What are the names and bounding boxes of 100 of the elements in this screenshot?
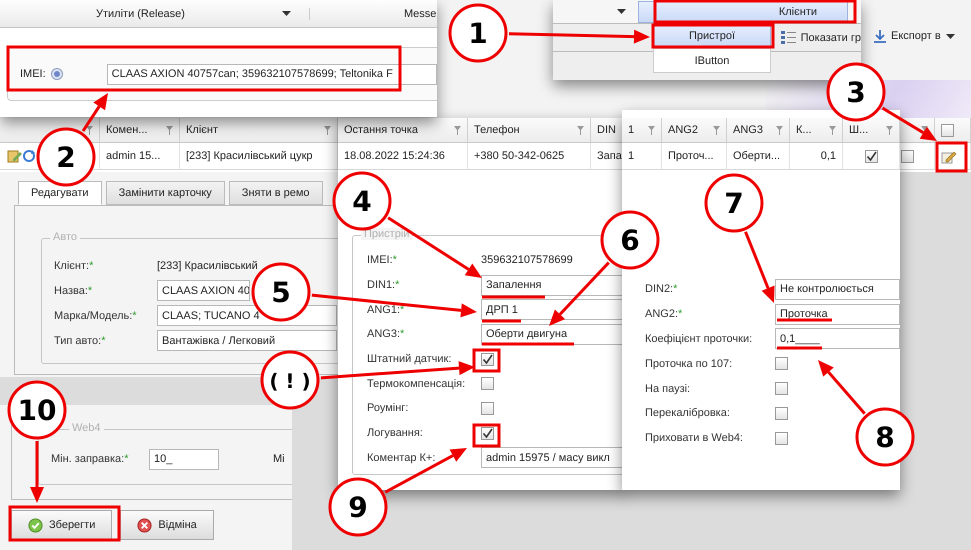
text-field[interactable]: admin 15975 / масу викл <box>481 447 625 468</box>
table-cell: Оберти... <box>727 143 790 170</box>
arrow <box>549 262 610 326</box>
tab[interactable]: Замінити карточку <box>106 181 225 205</box>
checkbox[interactable] <box>775 406 788 420</box>
field-label: Коментар К+: <box>367 452 436 464</box>
checkbox[interactable] <box>481 352 494 366</box>
callout-badge: 2 <box>36 128 96 186</box>
field-label: Марка/Модель:* <box>54 310 137 322</box>
column-header[interactable]: Телефон <box>468 118 591 143</box>
caret-icon[interactable] <box>282 11 291 16</box>
column-header[interactable]: ANG3 <box>727 118 790 143</box>
column-header[interactable]: Комен... <box>100 118 180 143</box>
tab[interactable]: Зняти в ремо <box>228 181 323 205</box>
field-label: Приховати в Web4: <box>645 432 743 444</box>
checkbox[interactable] <box>941 124 954 136</box>
filter-icon[interactable] <box>86 126 93 134</box>
filter-icon[interactable] <box>454 126 461 134</box>
text-field[interactable]: Не контролюється <box>775 278 900 300</box>
underline-mark <box>482 296 545 298</box>
text-field[interactable]: Проточка <box>775 304 900 325</box>
callout-badge: 1 <box>448 4 508 62</box>
text-field[interactable]: Вантажівка / Легковий <box>157 330 337 351</box>
table-cell: Проточ... <box>662 143 727 170</box>
table-cell: 18.08.2022 15:24:36 <box>338 143 468 170</box>
field-label: ANG3:* <box>367 328 404 340</box>
field-label: На паузі: <box>645 382 690 395</box>
field-label: ANG1:* <box>367 304 404 316</box>
checkbox[interactable] <box>481 402 494 415</box>
callout-badge: 8 <box>856 408 914 466</box>
fieldset-legend: Web4 <box>69 422 104 434</box>
column-header[interactable]: 1 <box>622 118 662 143</box>
text-field[interactable]: ДРП 1 <box>481 299 625 320</box>
text-field[interactable]: Запалення <box>481 274 625 296</box>
text-field[interactable]: Оберти двигуна <box>481 324 625 345</box>
highlight-frame <box>936 142 968 172</box>
cancel-button[interactable]: Відміна <box>120 510 214 540</box>
table-cell: +380 50-342-0625 <box>468 143 591 170</box>
callout-badge: 9 <box>328 478 388 536</box>
list-icon <box>780 31 796 44</box>
field-value: [233] Красилівський <box>157 260 258 272</box>
column-header[interactable]: Клієнт <box>180 118 338 143</box>
filter-icon[interactable] <box>713 126 720 134</box>
field-label: Назва:* <box>54 284 92 296</box>
checkbox[interactable] <box>481 426 494 440</box>
callout-badge: 4 <box>332 172 392 230</box>
column-header[interactable]: Остання точка <box>338 118 468 143</box>
field-label: ANG2:* <box>645 308 682 320</box>
filter-icon[interactable] <box>886 126 893 134</box>
arrow <box>818 360 866 415</box>
callout-badge: 7 <box>704 174 764 232</box>
field-label: Мі <box>273 453 285 465</box>
text-field[interactable]: CLAAS AXION 40757can; 359632107578699; Teltonika F <box>106 64 437 84</box>
table-cell: admin 15... <box>100 143 180 170</box>
caret-icon[interactable] <box>617 9 626 14</box>
filter-icon[interactable] <box>648 126 655 134</box>
text-field[interactable]: 0,1____ <box>775 328 900 350</box>
checkbox[interactable] <box>775 382 788 396</box>
arrow <box>744 231 775 303</box>
field-value: 359632107578699 <box>481 254 573 266</box>
filter-icon[interactable] <box>166 126 173 134</box>
callout-badge: 6 <box>600 210 660 270</box>
callout-badge: 3 <box>826 62 886 122</box>
arrow <box>882 106 937 141</box>
column-header[interactable]: Ш... <box>843 118 900 143</box>
checkbox[interactable] <box>775 432 788 445</box>
filter-icon[interactable] <box>577 126 584 134</box>
toolbar-button[interactable]: Показати гр <box>774 26 861 50</box>
underline-mark <box>482 320 521 322</box>
menu-item[interactable]: IButton <box>653 48 771 73</box>
checkbox[interactable] <box>901 150 914 162</box>
column-header[interactable]: DIN <box>591 118 625 143</box>
field-label: Тип авто:* <box>54 334 106 346</box>
checkbox[interactable] <box>775 357 788 370</box>
text-field[interactable]: 10_ <box>149 448 219 470</box>
column-header[interactable]: ANG2 <box>662 118 727 143</box>
arrow <box>82 93 108 132</box>
field-label: Перекалібровка: <box>645 407 730 420</box>
table-cell: 1 <box>622 143 662 170</box>
refresh-icon[interactable] <box>22 149 36 163</box>
field-label: IMEI: <box>20 68 46 80</box>
caret-icon[interactable] <box>946 34 955 38</box>
save-button[interactable]: Зберегти <box>11 510 112 540</box>
field-label: IMEI:* <box>367 254 397 266</box>
column-header[interactable]: К... <box>790 118 843 143</box>
checkbox[interactable] <box>864 150 878 162</box>
radio-icon[interactable] <box>50 68 63 80</box>
toolbar-button[interactable]: Експорт в <box>868 24 961 48</box>
filter-icon[interactable] <box>324 126 331 134</box>
close-icon <box>137 518 152 532</box>
field-label: Мін. заправка:* <box>51 453 128 465</box>
highlight-frame <box>472 424 500 448</box>
filter-icon[interactable] <box>829 126 836 134</box>
checkbox[interactable] <box>481 377 494 390</box>
field-label: Проточка по 107: <box>645 358 732 370</box>
field-label: DIN1:* <box>367 279 400 292</box>
filter-icon[interactable] <box>776 126 783 134</box>
panel-title: Messe <box>404 8 436 20</box>
edit-icon[interactable] <box>6 148 22 164</box>
tab[interactable]: Редагувати <box>18 181 102 205</box>
